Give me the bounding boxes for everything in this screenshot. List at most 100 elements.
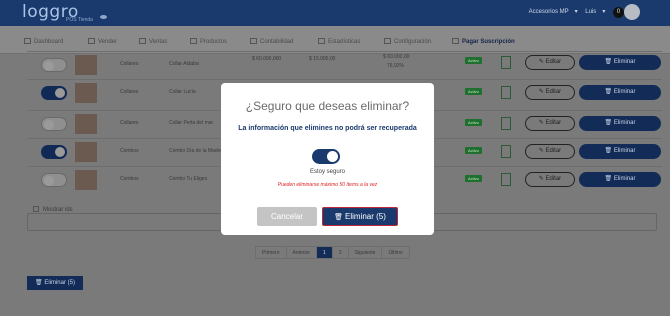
delete-button[interactable]: 🗑 Eliminar <box>579 85 661 100</box>
percent-cell: 76,92% <box>387 63 404 69</box>
pencil-icon: ✎ <box>538 89 544 95</box>
nav-pagar-suscripcion[interactable]: Pagar Suscripción <box>452 38 515 45</box>
delete-button[interactable]: 🗑 Eliminar <box>579 172 661 187</box>
confirm-delete-modal: ¿Seguro que deseas eliminar? La informac… <box>221 83 434 235</box>
product-thumbnail <box>75 83 97 103</box>
accounting-icon <box>250 38 257 44</box>
category-cell: Collares <box>120 89 139 95</box>
status-badge: Activo <box>465 175 482 182</box>
stats-icon <box>318 38 325 44</box>
modal-title: ¿Seguro que deseas eliminar? <box>245 99 410 113</box>
document-icon[interactable] <box>501 117 511 130</box>
name-cell: Collar Aldaba <box>169 61 199 67</box>
nav-estadisticas[interactable]: Estadísticas <box>318 38 360 45</box>
checkbox-icon <box>33 206 39 212</box>
category-cell: Collares <box>120 120 139 126</box>
status-badge: Activo <box>465 57 482 64</box>
trash-icon: 🗑 <box>604 176 613 182</box>
nav-vender[interactable]: Vender <box>88 38 117 45</box>
limit-warning: Pueden eliminarse máximo 50 ítems a la v… <box>277 182 378 188</box>
avatar[interactable] <box>624 4 640 20</box>
name-cell: Collar Lucía <box>169 89 196 95</box>
active-toggle[interactable] <box>41 58 67 72</box>
category-cell: Collares <box>120 61 139 67</box>
price-cell: $ 60.000,000 <box>252 56 282 62</box>
document-icon[interactable] <box>501 145 511 158</box>
confirm-delete-button[interactable]: 🗑 Eliminar (5) <box>322 207 398 226</box>
active-toggle[interactable] <box>41 86 67 100</box>
price-cell: $ 60.000,00 <box>383 54 410 60</box>
document-icon[interactable] <box>501 173 511 186</box>
page-prev[interactable]: Anterior <box>287 247 318 258</box>
user-name[interactable]: Luis <box>585 9 596 15</box>
chevron-down-icon[interactable]: ▾ <box>575 9 578 15</box>
account-name[interactable]: Accesorios MP <box>529 9 569 15</box>
name-cell: Collar Perla del mar <box>169 120 214 126</box>
confirm-toggle[interactable] <box>312 149 340 164</box>
products-icon <box>190 38 197 44</box>
document-icon[interactable] <box>501 86 511 99</box>
pencil-icon: ✎ <box>538 176 544 182</box>
page-last[interactable]: Último <box>382 247 408 258</box>
edit-button[interactable]: ✎ Editar <box>525 55 575 70</box>
status-badge: Activo <box>465 119 482 126</box>
show-ids-checkbox[interactable]: Mostrar ids <box>33 206 73 213</box>
trash-icon: 🗑 <box>604 148 613 154</box>
edit-button[interactable]: ✎ Editar <box>525 116 575 131</box>
page-2[interactable]: 2 <box>333 247 349 258</box>
nav-configuracion[interactable]: Configuración <box>384 38 431 45</box>
nav-contabilidad[interactable]: Contabilidad <box>250 38 293 45</box>
document-icon[interactable] <box>501 56 511 69</box>
nav-dashboard[interactable]: Dashboard <box>24 38 63 45</box>
nav-productos[interactable]: Productos <box>190 38 227 45</box>
pencil-icon: ✎ <box>538 148 544 154</box>
active-toggle[interactable] <box>41 145 67 159</box>
confirm-label: Estoy seguro <box>309 169 346 175</box>
pencil-icon: ✎ <box>538 120 544 126</box>
top-bar: loggro POS Tienda Accesorios MP ▾ Luis ▾ 0 <box>0 0 670 26</box>
category-cell: Combos <box>120 148 139 154</box>
edit-button[interactable]: ✎ Editar <box>525 144 575 159</box>
delete-button[interactable]: 🗑 Eliminar <box>579 116 661 131</box>
cart-icon <box>88 38 95 44</box>
status-badge: Activo <box>465 88 482 95</box>
logo-subtitle: POS Tienda <box>66 17 93 23</box>
page-first[interactable]: Primero <box>256 247 287 258</box>
price-cell: $ 15.000,00 <box>309 56 336 62</box>
account-area: Accesorios MP ▾ Luis ▾ 0 <box>523 7 624 18</box>
delete-button[interactable]: 🗑 Eliminar <box>579 55 661 70</box>
table-row: Collares Collar Aldaba $ 60.000,000 $ 15… <box>27 51 662 77</box>
edit-button[interactable]: ✎ Editar <box>525 172 575 187</box>
trash-icon: 🗑 <box>604 89 613 95</box>
pagination: Primero Anterior 1 2 Siguiente Último <box>255 246 410 259</box>
trash-icon: 🗑 <box>334 214 343 221</box>
trash-icon: 🗑 <box>604 120 613 126</box>
name-cell: Combo Día de la Madre <box>169 148 223 154</box>
product-thumbnail <box>75 170 97 190</box>
chevron-down-icon[interactable]: ▾ <box>602 9 605 15</box>
gear-icon <box>384 38 391 44</box>
delete-button[interactable]: 🗑 Eliminar <box>579 144 661 159</box>
active-toggle[interactable] <box>41 173 67 187</box>
product-thumbnail <box>75 142 97 162</box>
page-next[interactable]: Siguiente <box>349 247 383 258</box>
cancel-button[interactable]: Cancelar <box>257 207 317 226</box>
product-thumbnail <box>75 55 97 75</box>
category-cell: Combos <box>120 176 139 182</box>
status-badge: Activo <box>465 147 482 154</box>
pencil-icon: ✎ <box>538 59 544 65</box>
dashboard-icon <box>24 38 31 44</box>
trash-icon: 🗑 <box>35 280 43 286</box>
sales-icon <box>139 38 146 44</box>
card-icon <box>452 38 459 44</box>
notification-badge[interactable]: 0 <box>613 7 624 18</box>
eye-icon[interactable] <box>100 15 107 19</box>
active-toggle[interactable] <box>41 117 67 131</box>
page-1[interactable]: 1 <box>317 247 333 258</box>
bulk-delete-button[interactable]: 🗑 Eliminar (5) <box>27 276 83 290</box>
trash-icon: 🗑 <box>604 59 613 65</box>
product-thumbnail <box>75 114 97 134</box>
nav-ventas[interactable]: Ventas <box>139 38 167 45</box>
name-cell: Combo Tu Eliges <box>169 176 208 182</box>
edit-button[interactable]: ✎ Editar <box>525 85 575 100</box>
